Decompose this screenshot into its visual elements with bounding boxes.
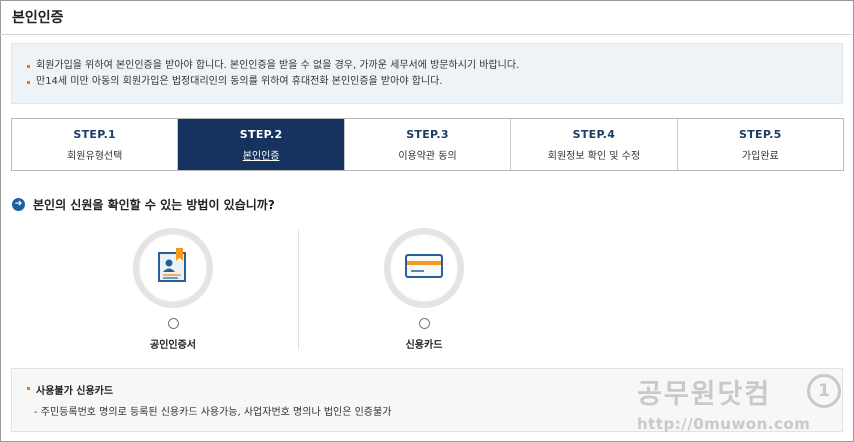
step-label: 본인인증: [242, 150, 280, 162]
option-credit-card[interactable]: 신용카드: [364, 228, 484, 353]
option-label: 신용카드: [405, 340, 443, 351]
step-number: STEP.5: [739, 127, 782, 141]
option-label: 공인인증서: [150, 340, 196, 351]
watermark-badge-icon: 1: [807, 374, 841, 408]
question-text: 본인의 신원을 확인할 수 있는 방법이 있습니까?: [33, 198, 275, 212]
verification-question: ➜ 본인의 신원을 확인할 수 있는 방법이 있습니까?: [12, 196, 275, 213]
step-number: STEP.2: [239, 127, 283, 141]
step-number: STEP.1: [73, 127, 117, 141]
step-number: STEP.3: [406, 127, 449, 141]
step-label: 이용약관 동의: [398, 150, 457, 162]
arrow-right-circle-icon: ➜: [12, 198, 25, 211]
step-2-active: STEP.2 본인인증: [178, 119, 345, 170]
option-icon-ring[interactable]: [133, 228, 213, 308]
credit-card-radio[interactable]: [418, 318, 430, 329]
option-certificate[interactable]: 공인인증서: [113, 228, 233, 353]
certificate-icon: [154, 247, 192, 289]
option-icon-ring[interactable]: [384, 228, 464, 308]
step-5: STEP.5 가입완료: [677, 119, 844, 170]
step-3: STEP.3 이용약관 동의: [344, 119, 512, 170]
notice-box: 회원가입을 위하여 본인인증을 받아야 합니다. 본인인증을 받을 수 없을 경…: [11, 43, 843, 104]
notice-line: 만14세 미만 아동의 회원가입은 법정대리인의 동의를 위하여 휴대전화 본인…: [26, 74, 842, 90]
notice-line: 회원가입을 위하여 본인인증을 받아야 합니다. 본인인증을 받을 수 없을 경…: [26, 58, 842, 74]
watermark-url: http://0muwon.com: [637, 415, 811, 433]
page-title: 본인인증: [12, 10, 64, 26]
step-label: 회원정보 확인 및 수정: [547, 150, 641, 162]
step-label: 회원유형선택: [67, 150, 123, 162]
step-number: STEP.4: [572, 127, 616, 141]
certificate-radio[interactable]: [167, 318, 179, 329]
step-1: STEP.1 회원유형선택: [12, 119, 179, 170]
option-divider: [298, 230, 299, 350]
step-label: 가입완료: [741, 150, 779, 162]
step-progress: STEP.1 회원유형선택 STEP.2 본인인증 STEP.3 이용약관 동의…: [11, 118, 844, 171]
watermark: 공무원닷컴 http://0muwon.com 1: [637, 372, 841, 433]
watermark-text: 공무원닷컴: [637, 379, 772, 410]
credit-card-icon: [404, 251, 444, 285]
title-divider: [0, 34, 852, 35]
step-4: STEP.4 회원정보 확인 및 수정: [511, 119, 678, 170]
